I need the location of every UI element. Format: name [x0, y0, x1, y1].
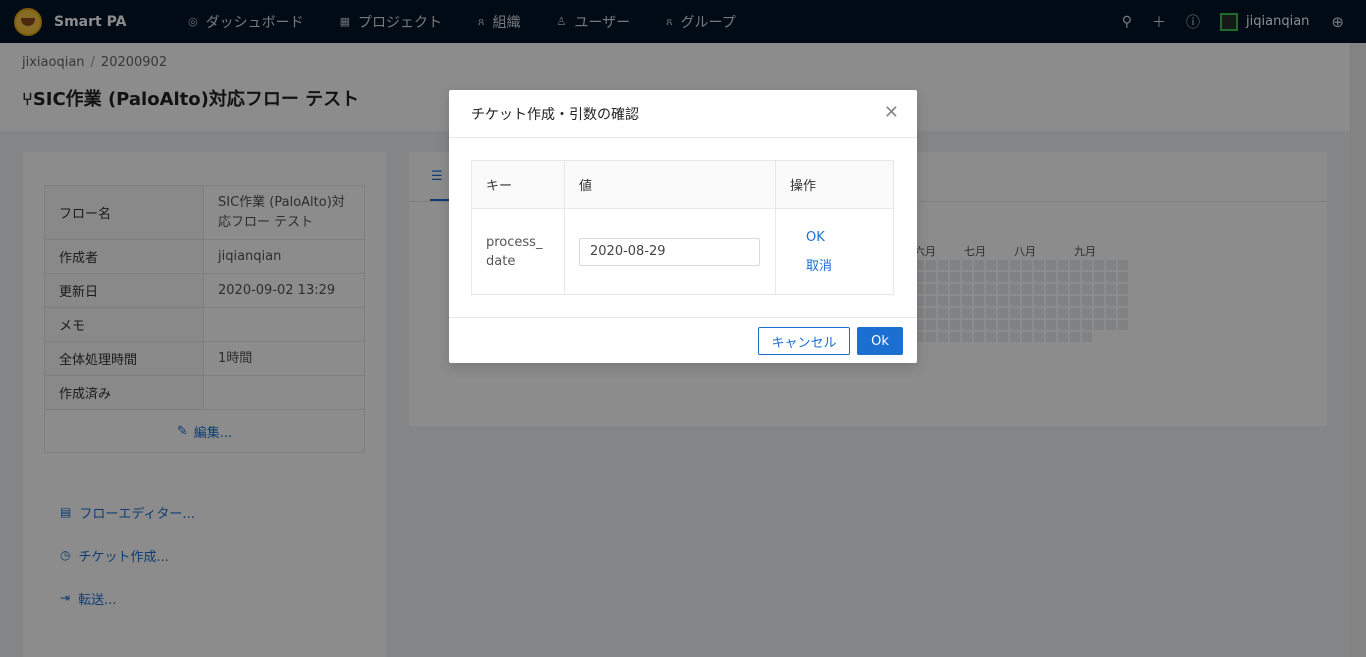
- modal-body: キー 値 操作 process_date 2020-08-29 OK 取消: [471, 160, 894, 295]
- arg-value-input[interactable]: 2020-08-29: [579, 237, 760, 266]
- table-header-row: キー 値 操作: [471, 160, 894, 209]
- column-header-ops: 操作: [775, 160, 894, 209]
- modal-footer: キャンセル Ok: [449, 317, 917, 363]
- arg-ops-cell: OK 取消: [776, 209, 894, 295]
- table-row: process_date 2020-08-29 OK 取消: [471, 208, 894, 295]
- modal-header: チケット作成・引数の確認 ✕: [449, 90, 917, 138]
- ticket-confirm-dialog: チケット作成・引数の確認 ✕ キー 値 操作 process_date 2020…: [449, 90, 917, 363]
- close-icon[interactable]: ✕: [884, 102, 899, 123]
- column-header-key: キー: [471, 160, 565, 209]
- ok-button[interactable]: Ok: [857, 327, 903, 355]
- arg-value-cell: 2020-08-29: [564, 208, 776, 295]
- row-ok-link[interactable]: OK: [790, 223, 879, 252]
- column-header-value: 値: [564, 160, 776, 209]
- row-cancel-link[interactable]: 取消: [790, 252, 879, 281]
- modal-title: チケット作成・引数の確認: [471, 107, 639, 123]
- arg-key: process_date: [471, 208, 565, 295]
- cancel-button[interactable]: キャンセル: [758, 327, 850, 355]
- arguments-table: キー 値 操作 process_date 2020-08-29 OK 取消: [471, 160, 894, 295]
